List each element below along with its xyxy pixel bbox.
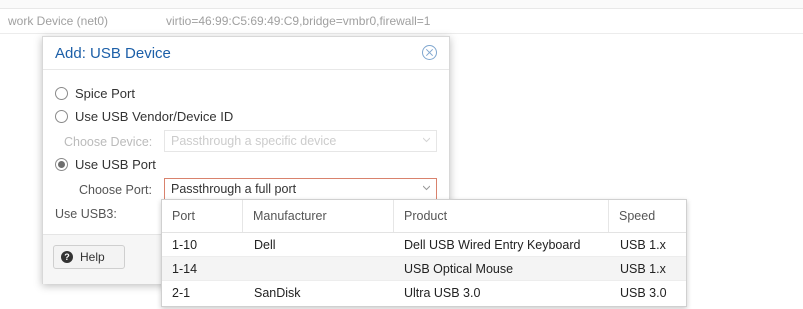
radio-usb-vendor-device-id-circle[interactable] — [55, 110, 68, 123]
cell-speed: USB 1.x — [620, 262, 666, 276]
column-header-speed-label: Speed — [619, 209, 656, 223]
dialog-header: Add: USB Device — [43, 37, 449, 70]
help-icon: ? — [61, 251, 73, 263]
chevron-down-icon — [423, 136, 430, 143]
table-row[interactable]: 1-14 USB Optical Mouse USB 1.x — [162, 257, 686, 281]
radio-usb-vendor-device-id[interactable]: Use USB Vendor/Device ID — [55, 108, 305, 126]
cell-port: 2-1 — [172, 286, 191, 300]
chevron-down-icon[interactable] — [423, 184, 430, 191]
cell-product: Ultra USB 3.0 — [404, 286, 481, 300]
close-icon[interactable] — [422, 45, 437, 60]
help-button-label: Help — [80, 250, 105, 264]
background-row-value: virtio=46:99:C5:69:49:C9,bridge=vmbr0,fi… — [166, 14, 431, 28]
choose-port-label: Choose Port: — [79, 183, 152, 197]
radio-usb-vendor-device-id-label: Use USB Vendor/Device ID — [75, 109, 234, 124]
column-header-manufacturer-label: Manufacturer — [253, 209, 327, 223]
cell-speed: USB 3.0 — [620, 286, 667, 300]
table-row[interactable]: 2-1 SanDisk Ultra USB 3.0 USB 3.0 — [162, 281, 686, 305]
column-header-product-label: Product — [404, 209, 448, 223]
cell-speed: USB 1.x — [620, 238, 666, 252]
table-row[interactable]: 1-10 Dell Dell USB Wired Entry Keyboard … — [162, 233, 686, 257]
cell-port: 1-14 — [172, 262, 198, 276]
help-button[interactable]: ? Help — [53, 245, 125, 269]
background-network-row: work Device (net0) virtio=46:99:C5:69:49… — [0, 9, 803, 34]
choose-device-label: Choose Device: — [64, 135, 153, 149]
column-header-product[interactable]: Product — [394, 200, 609, 232]
choose-device-combobox: Passthrough a specific device — [164, 130, 437, 152]
radio-spice-port[interactable]: Spice Port — [55, 85, 255, 103]
column-header-port[interactable]: Port — [162, 200, 243, 232]
background-grid-top — [0, 0, 803, 9]
background-row-key: work Device (net0) — [8, 14, 109, 28]
cell-port: 1-10 — [172, 238, 198, 252]
dropdown-header: Port Manufacturer Product Speed — [162, 200, 686, 233]
radio-usb-port-circle[interactable] — [55, 158, 68, 171]
dialog-title: Add: USB Device — [55, 45, 171, 62]
cell-manufacturer: SanDisk — [254, 286, 301, 300]
radio-spice-port-label: Spice Port — [75, 86, 135, 101]
radio-usb-port[interactable]: Use USB Port — [55, 156, 255, 174]
column-header-port-label: Port — [172, 209, 195, 223]
choose-port-value: Passthrough a full port — [171, 182, 297, 196]
column-header-manufacturer[interactable]: Manufacturer — [243, 200, 394, 232]
cell-product: USB Optical Mouse — [404, 262, 514, 276]
use-usb3-label: Use USB3: — [55, 207, 117, 221]
column-header-speed[interactable]: Speed — [609, 200, 686, 232]
radio-spice-port-circle[interactable] — [55, 87, 68, 100]
usb-port-dropdown: Port Manufacturer Product Speed 1-10 Del… — [161, 199, 687, 307]
radio-usb-port-label: Use USB Port — [75, 157, 156, 172]
cell-manufacturer: Dell — [254, 238, 276, 252]
cell-product: Dell USB Wired Entry Keyboard — [404, 238, 581, 252]
choose-device-placeholder: Passthrough a specific device — [171, 134, 337, 148]
choose-port-combobox[interactable]: Passthrough a full port — [164, 178, 437, 200]
